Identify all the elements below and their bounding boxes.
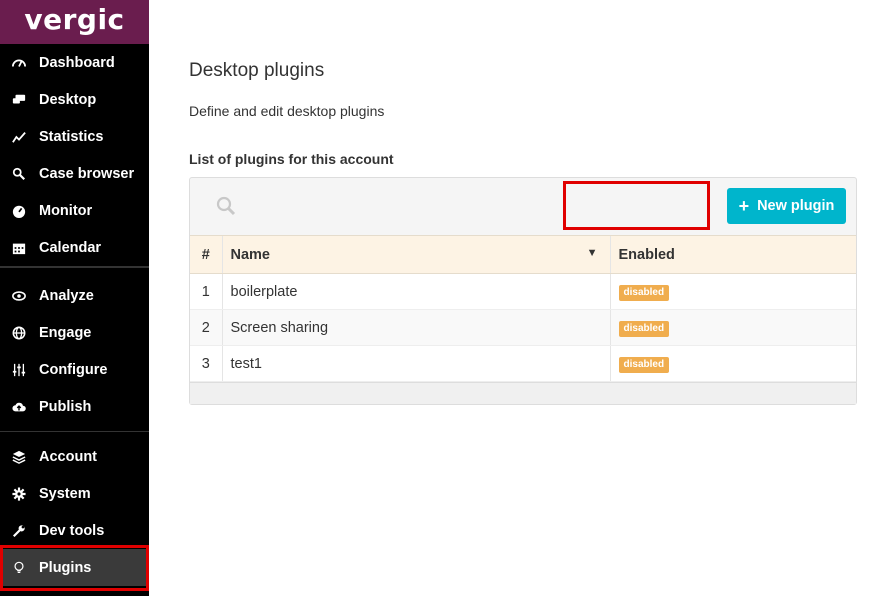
new-plugin-button[interactable]: + New plugin [727, 188, 846, 224]
sidebar-item-analyze[interactable]: Analyze [0, 277, 149, 314]
enabled-cell: disabled [609, 309, 856, 346]
sidebar: vergic Dashboard Desktop Statistics Case… [0, 0, 149, 596]
gear-icon [11, 486, 27, 502]
eye-icon [11, 288, 27, 304]
sidebar-item-monitor[interactable]: Monitor [0, 192, 149, 229]
column-header-number[interactable]: # [190, 235, 222, 274]
sliders-icon [11, 362, 27, 378]
sidebar-item-system[interactable]: System [0, 475, 149, 512]
sidebar-item-engage[interactable]: Engage [0, 314, 149, 351]
sidebar-item-label: Desktop [39, 91, 97, 108]
table-row[interactable]: 3 test1 disabled [190, 345, 856, 382]
sort-caret-down-icon[interactable]: ▼ [587, 247, 598, 259]
main-content: Desktop plugins Define and edit desktop … [149, 0, 883, 596]
sidebar-item-label: Engage [39, 324, 92, 341]
status-badge: disabled [618, 284, 670, 301]
list-heading: List of plugins for this account [189, 151, 394, 167]
page-title: Desktop plugins [189, 60, 325, 81]
sidebar-item-account[interactable]: Account [0, 438, 149, 475]
sidebar-item-publish[interactable]: Publish [0, 388, 149, 425]
sidebar-item-label: Dashboard [39, 54, 115, 71]
search-icon[interactable] [216, 196, 236, 216]
highlight-box-new-plugin [563, 181, 710, 230]
sidebar-item-label: Monitor [39, 202, 93, 219]
plugins-panel: + New plugin # Name ▼ Enabled 1 boilerpl [189, 177, 857, 405]
sidebar-item-label: Publish [39, 398, 92, 415]
page-description: Define and edit desktop plugins [189, 103, 385, 119]
brand-logo[interactable]: vergic [0, 0, 149, 44]
panel-toolbar: + New plugin [190, 178, 856, 235]
nav-group-tools: Analyze Engage Configure Publish [0, 267, 149, 432]
sidebar-item-statistics[interactable]: Statistics [0, 118, 149, 155]
sidebar-item-case-browser[interactable]: Case browser [0, 155, 149, 192]
new-plugin-label: New plugin [757, 198, 835, 214]
sidebar-item-label: Configure [39, 361, 108, 378]
plugins-table: # Name ▼ Enabled 1 boilerplate disabled … [190, 235, 856, 382]
sidebar-item-configure[interactable]: Configure [0, 351, 149, 388]
row-number: 3 [190, 345, 222, 382]
column-header-name[interactable]: Name ▼ [221, 235, 610, 274]
dashboard-icon [11, 203, 27, 219]
table-row[interactable]: 1 boilerplate disabled [190, 273, 856, 310]
chat-icon [11, 92, 27, 108]
sidebar-item-calendar[interactable]: Calendar [0, 229, 149, 266]
column-header-name-label: Name [230, 246, 271, 263]
row-number: 1 [190, 273, 222, 310]
layers-icon [11, 449, 27, 465]
sidebar-item-dashboard[interactable]: Dashboard [0, 44, 149, 81]
plugin-name[interactable]: Screen sharing [221, 309, 610, 346]
enabled-cell: disabled [609, 345, 856, 382]
sidebar-item-dev-tools[interactable]: Dev tools [0, 512, 149, 549]
panel-footer [190, 382, 856, 404]
line-chart-icon [11, 129, 27, 145]
sidebar-item-label: System [39, 485, 91, 502]
column-header-enabled[interactable]: Enabled [609, 235, 856, 274]
sidebar-item-label: Account [39, 448, 97, 465]
sidebar-item-label: Case browser [39, 165, 135, 182]
nav-group-main: Dashboard Desktop Statistics Case browse… [0, 44, 149, 267]
search-icon [11, 166, 27, 182]
plus-icon: + [738, 196, 750, 216]
gauge-icon [11, 55, 27, 71]
plugin-name[interactable]: test1 [221, 345, 610, 382]
highlight-box-plugins [0, 545, 149, 591]
plugin-name[interactable]: boilerplate [221, 273, 610, 310]
cloud-upload-icon [11, 399, 27, 415]
table-header-row: # Name ▼ Enabled [190, 235, 856, 274]
brand-logo-text: vergic [24, 2, 125, 36]
table-row[interactable]: 2 Screen sharing disabled [190, 309, 856, 346]
globe-icon [11, 325, 27, 341]
sidebar-item-label: Calendar [39, 239, 102, 256]
enabled-cell: disabled [609, 273, 856, 310]
sidebar-item-label: Dev tools [39, 522, 105, 539]
calendar-icon [11, 240, 27, 256]
status-badge: disabled [618, 356, 670, 373]
sidebar-item-label: Analyze [39, 287, 94, 304]
row-number: 2 [190, 309, 222, 346]
status-badge: disabled [618, 320, 670, 337]
sidebar-item-desktop[interactable]: Desktop [0, 81, 149, 118]
sidebar-item-label: Statistics [39, 128, 104, 145]
wrench-icon [11, 523, 27, 539]
